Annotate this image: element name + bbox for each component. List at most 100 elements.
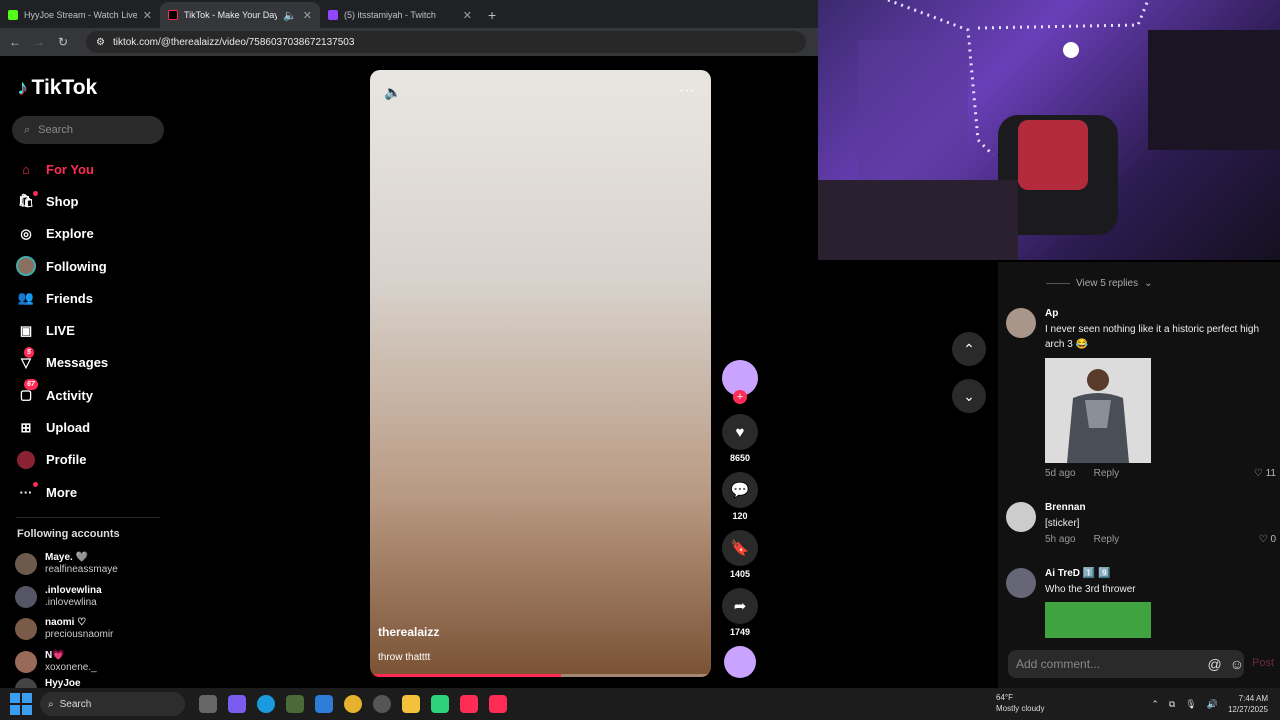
volume-icon[interactable]: 🔊 xyxy=(1207,699,1218,710)
reply-button[interactable]: Reply xyxy=(1094,534,1120,545)
forward-icon[interactable]: → xyxy=(32,35,46,49)
network-icon[interactable]: ⧉ xyxy=(1169,699,1175,710)
comment-meta: 5d ago Reply xyxy=(1045,468,1119,479)
clock[interactable]: 7:44 AM 12/27/2025 xyxy=(1228,693,1268,715)
store-icon[interactable] xyxy=(315,695,333,713)
reply-line xyxy=(1046,283,1070,284)
bookmark-icon: 🔖 xyxy=(730,540,750,557)
heart-outline-icon: ♡ xyxy=(1258,534,1271,545)
file-explorer-icon[interactable] xyxy=(402,695,420,713)
windows-start-icon[interactable] xyxy=(10,693,32,715)
sidebar-item-for-you[interactable]: ⌂ For You xyxy=(16,153,166,185)
comment-username[interactable]: Ap xyxy=(1045,308,1058,319)
comment-image[interactable] xyxy=(1045,602,1151,638)
tab-tiktok[interactable]: TikTok - Make Your Day 🔈 ✕ xyxy=(160,2,320,28)
volume-icon[interactable]: 🔈 xyxy=(384,84,401,101)
tab-hyyjoe-stream[interactable]: HyyJoe Stream - Watch Live on ✕ xyxy=(0,2,160,28)
microphone-icon[interactable]: 🎙 xyxy=(1185,699,1196,710)
avatar[interactable] xyxy=(1006,308,1036,338)
add-comment-input[interactable]: Add comment... @ ☺ xyxy=(1008,650,1244,678)
webcam-scene xyxy=(818,0,1280,260)
follow-plus-icon[interactable]: + xyxy=(733,390,747,404)
account-handle: xoxonene._ xyxy=(45,661,97,673)
live-icon: ▣ xyxy=(19,322,33,338)
sidebar-item-live[interactable]: ▣ LIVE xyxy=(16,314,166,346)
tab-title: (5) itsstamiyah - Twitch xyxy=(344,10,436,20)
reply-button[interactable]: Reply xyxy=(1094,468,1120,479)
sidebar-item-friends[interactable]: 👥 Friends xyxy=(16,282,166,314)
tray-chevron-icon[interactable]: ⌃ xyxy=(1151,699,1159,710)
edge-icon[interactable] xyxy=(257,695,275,713)
following-account[interactable]: Maye. 🩶 realfineassmaye xyxy=(15,548,165,581)
emoji-icon[interactable]: ☺ xyxy=(1230,656,1244,672)
search-box[interactable]: ⌕ Search xyxy=(12,116,164,144)
site-info-icon[interactable]: ⚙ xyxy=(96,37,105,48)
task-view-icon[interactable] xyxy=(199,695,217,713)
comment-username[interactable]: Ai TreD 1️⃣ 9️⃣ xyxy=(1045,568,1110,579)
obs-icon[interactable] xyxy=(373,695,391,713)
sidebar-item-more[interactable]: ··· More xyxy=(16,476,166,508)
previous-video-button[interactable]: ⌃ xyxy=(952,332,986,366)
stream-webcam-overlay xyxy=(818,0,1280,260)
following-account[interactable]: N💗 xoxonene._ xyxy=(15,646,165,679)
add-comment-placeholder: Add comment... xyxy=(1016,657,1101,671)
url-field[interactable]: ⚙ tiktok.com/@therealaizz/video/75860370… xyxy=(86,31,806,53)
sound-disc[interactable] xyxy=(724,646,756,678)
sidebar-item-label: LIVE xyxy=(46,323,75,339)
avatar[interactable] xyxy=(1006,502,1036,532)
back-icon[interactable]: ← xyxy=(8,35,22,49)
address-bar: ← → ↻ ⚙ tiktok.com/@therealaizz/video/75… xyxy=(0,28,820,56)
kick-app-icon[interactable] xyxy=(431,695,449,713)
comment-button[interactable]: 💬 xyxy=(722,472,758,508)
tiktok-app-icon-2[interactable] xyxy=(489,695,507,713)
reload-icon[interactable]: ↻ xyxy=(56,35,70,49)
more-options-icon[interactable]: ··· xyxy=(679,82,695,100)
weather-widget[interactable]: 64°F Mostly cloudy xyxy=(996,692,1044,714)
account-name: naomi ♡ xyxy=(45,617,87,629)
app-icon[interactable] xyxy=(286,695,304,713)
video-progress-bar[interactable] xyxy=(370,674,711,677)
tiktok-app-icon[interactable] xyxy=(460,695,478,713)
close-tab-icon[interactable]: ✕ xyxy=(143,9,152,22)
sidebar-item-upload[interactable]: ⊞ Upload xyxy=(16,411,166,443)
tab-twitch[interactable]: (5) itsstamiyah - Twitch ✕ xyxy=(320,2,480,28)
close-tab-icon[interactable]: ✕ xyxy=(303,9,312,22)
windows-taskbar: ⌕ Search 64°F Mostly cloudy ⌃ ⧉ 🎙 🔊 7:44… xyxy=(0,688,1280,720)
comment-image[interactable] xyxy=(1045,358,1151,463)
comment-like-button[interactable]: ♡ 0 xyxy=(1259,534,1276,545)
avatar[interactable] xyxy=(1006,568,1036,598)
sidebar-item-activity[interactable]: ▢ 67 Activity xyxy=(16,379,166,411)
like-button[interactable]: ♥ xyxy=(722,414,758,450)
mention-icon[interactable]: @ xyxy=(1207,656,1221,672)
following-account[interactable]: naomi ♡ preciousnaomir xyxy=(15,613,165,646)
activity-icon: ▢ 67 xyxy=(16,379,38,405)
sidebar-item-explore[interactable]: ◎ Explore xyxy=(16,218,166,250)
sidebar-item-shop[interactable]: 🛍 Shop xyxy=(16,185,166,217)
close-tab-icon[interactable]: ✕ xyxy=(463,9,472,22)
creator-avatar[interactable]: + xyxy=(722,360,758,404)
post-button[interactable]: Post xyxy=(1252,657,1274,669)
view-replies-button[interactable]: View 5 replies ⌄ xyxy=(1046,278,1152,289)
comment-like-button[interactable]: ♡ 11 xyxy=(1254,468,1276,479)
sidebar-item-messages[interactable]: ▽ 5 Messages xyxy=(16,346,166,379)
copilot-icon[interactable] xyxy=(228,695,246,713)
chrome-icon[interactable] xyxy=(344,695,362,713)
view-replies-label: View 5 replies xyxy=(1076,278,1139,289)
sidebar-item-following[interactable]: Following xyxy=(16,250,166,282)
comment-text: I never seen nothing like it a historic … xyxy=(1045,324,1260,350)
save-button[interactable]: 🔖 xyxy=(722,530,758,566)
sidebar-item-label: Explore xyxy=(46,226,94,242)
comment-like-count: 0 xyxy=(1270,534,1276,545)
new-tab-button[interactable]: + xyxy=(480,2,504,28)
tiktok-logo[interactable]: ♪ TikTok xyxy=(17,76,97,100)
share-button[interactable]: ➦ xyxy=(722,588,758,624)
next-video-button[interactable]: ⌄ xyxy=(952,379,986,413)
video-author[interactable]: therealaizz xyxy=(378,625,439,639)
comment-username[interactable]: Brennan xyxy=(1045,502,1086,513)
video-player[interactable]: 🔈 ··· therealaizz throw thatttt xyxy=(370,70,711,677)
share-arrow-icon: ➦ xyxy=(733,598,747,615)
taskbar-search[interactable]: ⌕ Search xyxy=(40,692,185,716)
following-account[interactable]: .inlovewlina .inlovewlina xyxy=(15,581,165,614)
sidebar-item-profile[interactable]: Profile xyxy=(16,444,166,476)
speaker-icon[interactable]: 🔈 xyxy=(283,9,297,22)
